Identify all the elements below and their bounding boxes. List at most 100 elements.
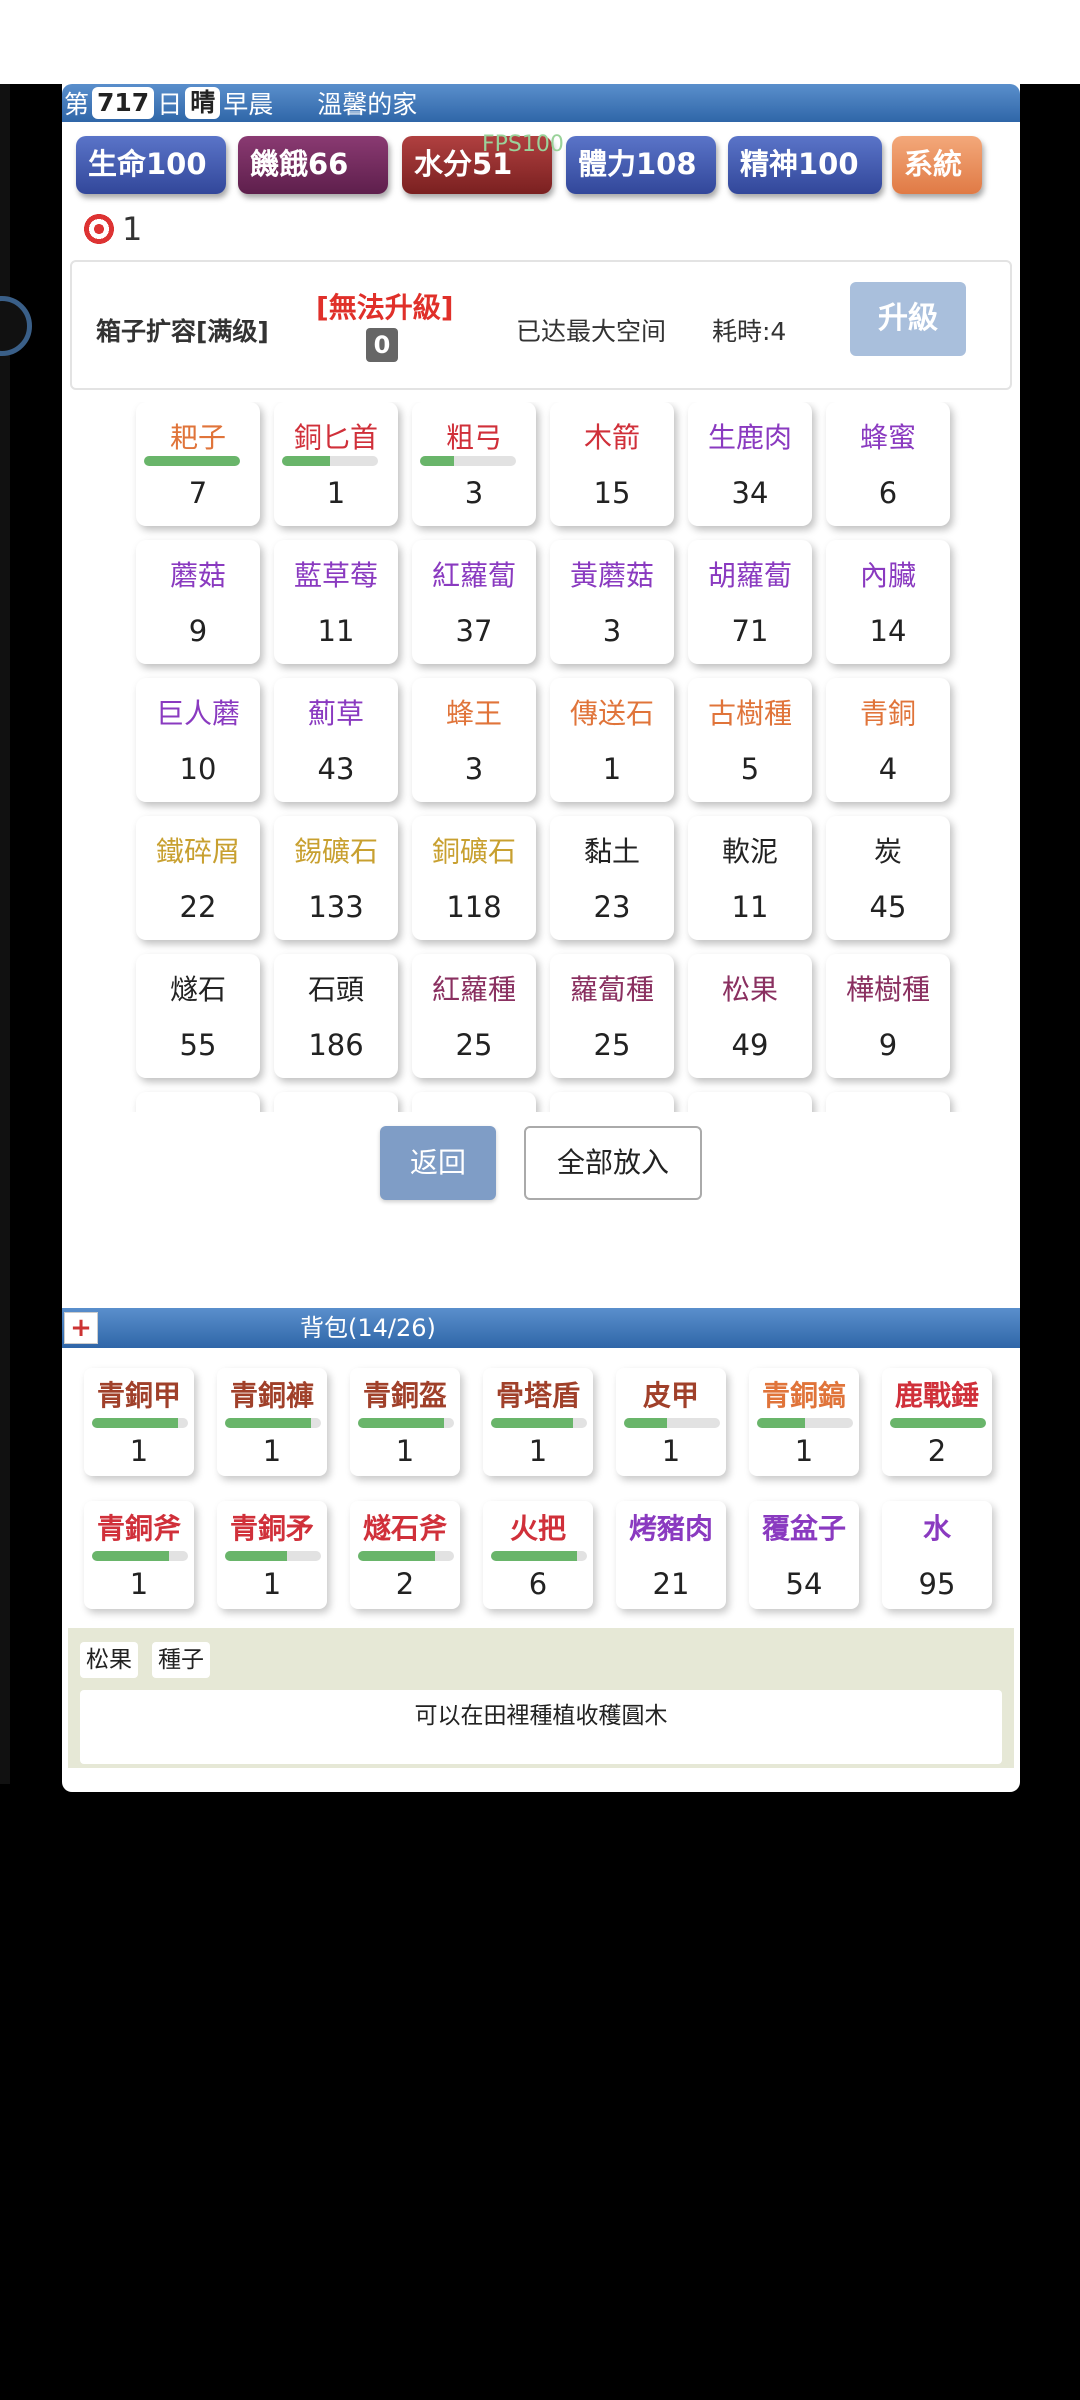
item-slot[interactable]: 木箭 15 [550, 402, 674, 526]
item-slot[interactable]: 軟泥 11 [688, 816, 812, 940]
item-slot[interactable]: 覆盆子 54 [749, 1501, 859, 1609]
item-slot[interactable]: 銅礦石 118 [412, 816, 536, 940]
upgrade-max-space: 已达最大空间 [516, 317, 667, 346]
side-handle[interactable] [0, 296, 32, 356]
item-slot[interactable]: 松果 49 [688, 954, 812, 1078]
item-slot[interactable]: 古樹種 5 [688, 678, 812, 802]
top-bar [0, 0, 1080, 84]
item-slot[interactable]: 粗弓 3 [412, 402, 536, 526]
life-stat-button[interactable]: 生命100 [76, 136, 226, 194]
item-slot[interactable]: 骨塔盾 1 [483, 1368, 593, 1476]
item-count: 37 [455, 614, 493, 648]
item-slot[interactable]: 火把 6 [483, 1501, 593, 1609]
durability-bar [92, 1418, 188, 1428]
item-slot[interactable] [412, 1092, 536, 1112]
item-count: 14 [869, 614, 907, 648]
item-name: 胡蘿蔔 [707, 559, 792, 592]
item-slot[interactable]: 巨人蘑 10 [136, 678, 260, 802]
item-slot[interactable]: 耙子 7 [136, 402, 260, 526]
storage-grid: 耙子 7 銅匕首 1 粗弓 3 木箭 15 生鹿肉 34 蜂蜜 6 蘑菇 9 藍草莓 11 紅蘿蔔 37 黃蘑菇 3 胡… [122, 402, 962, 1112]
item-count: 2 [927, 1434, 947, 1468]
item-name: 粗弓 [445, 421, 502, 454]
item-slot[interactable]: 紅蘿種 25 [412, 954, 536, 1078]
item-slot[interactable]: 皮甲 1 [616, 1368, 726, 1476]
item-slot[interactable]: 石頭 186 [274, 954, 398, 1078]
item-slot[interactable] [688, 1092, 812, 1112]
fps-counter: FPS100 [482, 132, 564, 157]
item-slot[interactable]: 錫礦石 133 [274, 816, 398, 940]
stamina-stat-button[interactable]: 體力108 [566, 136, 716, 194]
item-slot[interactable]: 蘿蔔種 25 [550, 954, 674, 1078]
item-count: 1 [395, 1434, 415, 1468]
item-slot[interactable]: 青銅甲 1 [84, 1368, 194, 1476]
item-count: 6 [528, 1567, 548, 1601]
item-slot[interactable]: 燧石 55 [136, 954, 260, 1078]
expand-backpack-button[interactable]: + [64, 1312, 98, 1344]
item-slot[interactable]: 內臟 14 [826, 540, 950, 664]
durability-bar [624, 1418, 720, 1428]
item-slot[interactable]: 黃蘑菇 3 [550, 540, 674, 664]
item-count: 34 [731, 476, 769, 510]
item-slot[interactable]: 銅匕首 1 [274, 402, 398, 526]
item-name: 骨塔盾 [495, 1379, 580, 1412]
item-name: 火把 [509, 1512, 566, 1545]
item-slot[interactable]: 青銅斧 1 [84, 1501, 194, 1609]
item-slot[interactable]: 蘑菇 9 [136, 540, 260, 664]
item-count: 186 [308, 1028, 364, 1062]
durability-bar [225, 1551, 321, 1561]
item-slot[interactable]: 鹿戰錘 2 [882, 1368, 992, 1476]
item-slot[interactable]: 烤豬肉 21 [616, 1501, 726, 1609]
item-slot[interactable] [826, 1092, 950, 1112]
item-name: 鹿戰錘 [894, 1379, 979, 1412]
item-name: 皮甲 [642, 1379, 699, 1412]
item-slot[interactable]: 樺樹種 9 [826, 954, 950, 1078]
item-count: 49 [731, 1028, 769, 1062]
item-slot[interactable]: 傳送石 1 [550, 678, 674, 802]
backpack-header: + 背包(14/26) [62, 1308, 1020, 1348]
item-slot[interactable]: 炭 45 [826, 816, 950, 940]
item-slot[interactable]: 青銅鎬 1 [749, 1368, 859, 1476]
item-count: 118 [446, 890, 502, 924]
item-count: 3 [602, 614, 622, 648]
target-indicator[interactable]: 1 [80, 210, 142, 248]
item-name: 木箭 [583, 421, 640, 454]
upgrade-button[interactable]: 升級 [850, 282, 966, 356]
item-slot[interactable]: 青銅盔 1 [350, 1368, 460, 1476]
put-all-button[interactable]: 全部放入 [524, 1126, 702, 1200]
item-count: 1 [262, 1567, 282, 1601]
item-slot[interactable]: 青銅褲 1 [217, 1368, 327, 1476]
item-name: 水 [922, 1512, 951, 1545]
item-name: 軟泥 [721, 835, 778, 868]
system-button[interactable]: 系統 [892, 136, 982, 194]
item-slot[interactable]: 鐵碎屑 22 [136, 816, 260, 940]
item-slot[interactable]: 藍草莓 11 [274, 540, 398, 664]
back-button[interactable]: 返回 [380, 1126, 496, 1200]
item-slot[interactable]: 生鹿肉 34 [688, 402, 812, 526]
item-slot[interactable]: 蜂王 3 [412, 678, 536, 802]
item-count: 6 [878, 476, 898, 510]
item-slot[interactable]: 青銅 4 [826, 678, 950, 802]
item-name: 青銅盔 [362, 1379, 447, 1412]
item-slot[interactable] [136, 1092, 260, 1112]
item-count: 9 [188, 614, 208, 648]
durability-bar [358, 1418, 454, 1428]
item-slot[interactable]: 蜂蜜 6 [826, 402, 950, 526]
hunger-stat-button[interactable]: 饑餓66 [238, 136, 388, 194]
item-slot[interactable]: 黏土 23 [550, 816, 674, 940]
item-slot[interactable]: 水 95 [882, 1501, 992, 1609]
item-name: 青銅鎬 [761, 1379, 846, 1412]
item-slot[interactable]: 青銅矛 1 [217, 1501, 327, 1609]
item-name: 紅蘿種 [431, 973, 516, 1006]
item-count: 5 [740, 752, 760, 786]
durability-bar [757, 1418, 853, 1428]
mind-stat-button[interactable]: 精神100 [728, 136, 882, 194]
item-slot[interactable] [274, 1092, 398, 1112]
item-slot[interactable]: 胡蘿蔔 71 [688, 540, 812, 664]
item-slot[interactable]: 燧石斧 2 [350, 1501, 460, 1609]
item-slot[interactable]: 紅蘿蔔 37 [412, 540, 536, 664]
game-panel: 第 717 日 晴 早晨 溫馨的家 生命100 饑餓66 水分51 體力108 … [62, 84, 1020, 1792]
item-count: 1 [129, 1567, 149, 1601]
item-slot[interactable]: 薊草 43 [274, 678, 398, 802]
item-count: 7 [188, 476, 208, 510]
item-slot[interactable] [550, 1092, 674, 1112]
